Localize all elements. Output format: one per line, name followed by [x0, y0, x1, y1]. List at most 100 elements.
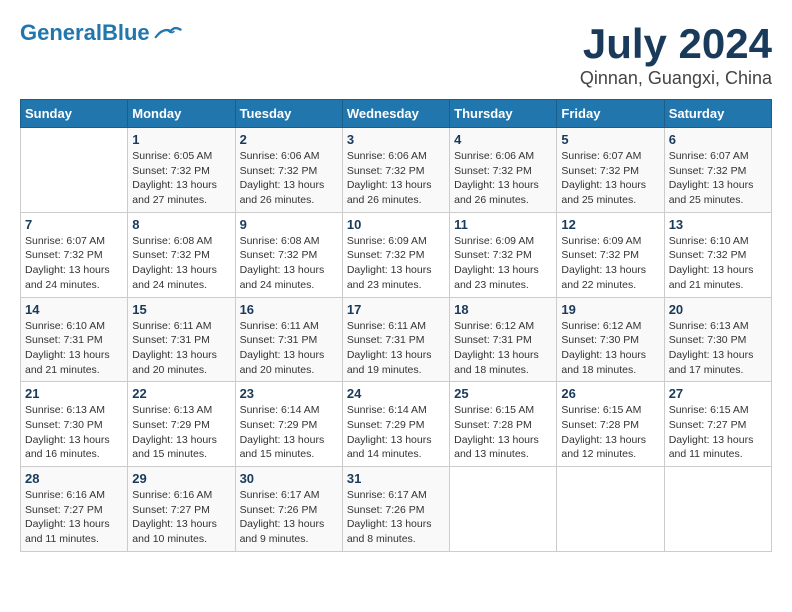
calendar-cell: 14 Sunrise: 6:10 AM Sunset: 7:31 PM Dayli…: [21, 297, 128, 382]
calendar-cell: 25 Sunrise: 6:15 AM Sunset: 7:28 PM Dayli…: [450, 382, 557, 467]
day-info: Sunrise: 6:08 AM Sunset: 7:32 PM Dayligh…: [240, 235, 325, 291]
calendar-cell: 21Sunrise: 6:13 AM Sunset: 7:30 PM Dayli…: [21, 382, 128, 467]
calendar-cell: 26Sunrise: 6:15 AM Sunset: 7:28 PM Dayli…: [557, 382, 664, 467]
calendar-body: 1Sunrise: 6:05 AM Sunset: 7:32 PM Daylig…: [21, 128, 772, 552]
day-number: 2: [240, 132, 338, 147]
day-number: 29: [132, 471, 230, 486]
day-info: Sunrise: 6:09 AM Sunset: 7:32 PM Dayligh…: [561, 235, 646, 291]
day-info: Sunrise: 6:12 AM Sunset: 7:31 PM Dayligh…: [454, 320, 539, 376]
day-number: 6: [669, 132, 767, 147]
day-info: Sunrise: 6:11 AM Sunset: 7:31 PM Dayligh…: [347, 320, 432, 376]
day-info: Sunrise: 6:09 AM Sunset: 7:32 PM Dayligh…: [347, 235, 432, 291]
day-number: 18: [454, 302, 552, 317]
day-info: Sunrise: 6:14 AM Sunset: 7:29 PM Dayligh…: [347, 404, 432, 460]
logo-bird-icon: [152, 23, 182, 43]
calendar-cell: 11Sunrise: 6:09 AM Sunset: 7:32 PM Dayli…: [450, 212, 557, 297]
calendar-cell: 3 Sunrise: 6:06 AM Sunset: 7:32 PM Daylig…: [342, 128, 449, 213]
day-info: Sunrise: 6:15 AM Sunset: 7:28 PM Dayligh…: [454, 404, 539, 460]
calendar-cell: 18 Sunrise: 6:12 AM Sunset: 7:31 PM Dayli…: [450, 297, 557, 382]
day-number: 10: [347, 217, 445, 232]
day-number: 16: [240, 302, 338, 317]
day-number: 28: [25, 471, 123, 486]
day-number: 19: [561, 302, 659, 317]
day-number: 30: [240, 471, 338, 486]
calendar-cell: 30 Sunrise: 6:17 AM Sunset: 7:26 PM Dayli…: [235, 467, 342, 552]
day-info: Sunrise: 6:11 AM Sunset: 7:31 PM Dayligh…: [132, 320, 217, 376]
calendar-cell: 16 Sunrise: 6:11 AM Sunset: 7:31 PM Dayli…: [235, 297, 342, 382]
day-number: 5: [561, 132, 659, 147]
day-number: 1: [132, 132, 230, 147]
calendar-cell: 1Sunrise: 6:05 AM Sunset: 7:32 PM Daylig…: [128, 128, 235, 213]
day-number: 17: [347, 302, 445, 317]
calendar-cell: 5 Sunrise: 6:07 AM Sunset: 7:32 PM Daylig…: [557, 128, 664, 213]
day-info: Sunrise: 6:07 AM Sunset: 7:32 PM Dayligh…: [669, 150, 754, 206]
calendar-cell: 8 Sunrise: 6:08 AM Sunset: 7:32 PM Daylig…: [128, 212, 235, 297]
calendar-cell: 9 Sunrise: 6:08 AM Sunset: 7:32 PM Daylig…: [235, 212, 342, 297]
day-info: Sunrise: 6:17 AM Sunset: 7:26 PM Dayligh…: [240, 489, 325, 545]
day-number: 8: [132, 217, 230, 232]
day-info: Sunrise: 6:15 AM Sunset: 7:27 PM Dayligh…: [669, 404, 754, 460]
calendar-cell: 13 Sunrise: 6:10 AM Sunset: 7:32 PM Dayli…: [664, 212, 771, 297]
day-info: Sunrise: 6:11 AM Sunset: 7:31 PM Dayligh…: [240, 320, 325, 376]
day-number: 23: [240, 386, 338, 401]
calendar-cell: [557, 467, 664, 552]
calendar-cell: 10 Sunrise: 6:09 AM Sunset: 7:32 PM Dayli…: [342, 212, 449, 297]
day-number: 14: [25, 302, 123, 317]
calendar-cell: 12Sunrise: 6:09 AM Sunset: 7:32 PM Dayli…: [557, 212, 664, 297]
day-number: 25: [454, 386, 552, 401]
day-number: 4: [454, 132, 552, 147]
day-info: Sunrise: 6:15 AM Sunset: 7:28 PM Dayligh…: [561, 404, 646, 460]
day-info: Sunrise: 6:07 AM Sunset: 7:32 PM Dayligh…: [25, 235, 110, 291]
calendar-cell: 20Sunrise: 6:13 AM Sunset: 7:30 PM Dayli…: [664, 297, 771, 382]
calendar-cell: 2 Sunrise: 6:06 AM Sunset: 7:32 PM Daylig…: [235, 128, 342, 213]
day-info: Sunrise: 6:08 AM Sunset: 7:32 PM Dayligh…: [132, 235, 217, 291]
day-info: Sunrise: 6:06 AM Sunset: 7:32 PM Dayligh…: [347, 150, 432, 206]
weekday-header: Saturday: [664, 100, 771, 128]
calendar-cell: 28 Sunrise: 6:16 AM Sunset: 7:27 PM Dayli…: [21, 467, 128, 552]
location-subtitle: Qinnan, Guangxi, China: [580, 68, 772, 89]
day-info: Sunrise: 6:10 AM Sunset: 7:32 PM Dayligh…: [669, 235, 754, 291]
day-number: 24: [347, 386, 445, 401]
calendar-table: SundayMondayTuesdayWednesdayThursdayFrid…: [20, 99, 772, 552]
day-info: Sunrise: 6:16 AM Sunset: 7:27 PM Dayligh…: [132, 489, 217, 545]
day-info: Sunrise: 6:09 AM Sunset: 7:32 PM Dayligh…: [454, 235, 539, 291]
day-info: Sunrise: 6:07 AM Sunset: 7:32 PM Dayligh…: [561, 150, 646, 206]
calendar-cell: 24 Sunrise: 6:14 AM Sunset: 7:29 PM Dayli…: [342, 382, 449, 467]
calendar-week-row: 7 Sunrise: 6:07 AM Sunset: 7:32 PM Daylig…: [21, 212, 772, 297]
weekday-header: Thursday: [450, 100, 557, 128]
calendar-cell: [21, 128, 128, 213]
day-info: Sunrise: 6:13 AM Sunset: 7:29 PM Dayligh…: [132, 404, 217, 460]
day-number: 13: [669, 217, 767, 232]
day-number: 15: [132, 302, 230, 317]
calendar-cell: 29 Sunrise: 6:16 AM Sunset: 7:27 PM Dayli…: [128, 467, 235, 552]
weekday-header: Friday: [557, 100, 664, 128]
calendar-week-row: 1Sunrise: 6:05 AM Sunset: 7:32 PM Daylig…: [21, 128, 772, 213]
day-number: 9: [240, 217, 338, 232]
calendar-cell: 6 Sunrise: 6:07 AM Sunset: 7:32 PM Daylig…: [664, 128, 771, 213]
logo-text: GeneralBlue: [20, 20, 150, 46]
page-header: GeneralBlue July 2024 Qinnan, Guangxi, C…: [20, 20, 772, 89]
calendar-week-row: 14 Sunrise: 6:10 AM Sunset: 7:31 PM Dayli…: [21, 297, 772, 382]
day-number: 22: [132, 386, 230, 401]
calendar-cell: 17 Sunrise: 6:11 AM Sunset: 7:31 PM Dayli…: [342, 297, 449, 382]
day-info: Sunrise: 6:06 AM Sunset: 7:32 PM Dayligh…: [240, 150, 325, 206]
weekday-header: Sunday: [21, 100, 128, 128]
day-info: Sunrise: 6:17 AM Sunset: 7:26 PM Dayligh…: [347, 489, 432, 545]
calendar-week-row: 21Sunrise: 6:13 AM Sunset: 7:30 PM Dayli…: [21, 382, 772, 467]
day-info: Sunrise: 6:06 AM Sunset: 7:32 PM Dayligh…: [454, 150, 539, 206]
weekday-row: SundayMondayTuesdayWednesdayThursdayFrid…: [21, 100, 772, 128]
day-number: 3: [347, 132, 445, 147]
calendar-cell: 23Sunrise: 6:14 AM Sunset: 7:29 PM Dayli…: [235, 382, 342, 467]
weekday-header: Wednesday: [342, 100, 449, 128]
title-section: July 2024 Qinnan, Guangxi, China: [580, 20, 772, 89]
calendar-cell: 19 Sunrise: 6:12 AM Sunset: 7:30 PM Dayli…: [557, 297, 664, 382]
day-info: Sunrise: 6:16 AM Sunset: 7:27 PM Dayligh…: [25, 489, 110, 545]
calendar-cell: [664, 467, 771, 552]
logo: GeneralBlue: [20, 20, 182, 46]
calendar-week-row: 28 Sunrise: 6:16 AM Sunset: 7:27 PM Dayli…: [21, 467, 772, 552]
weekday-header: Tuesday: [235, 100, 342, 128]
day-info: Sunrise: 6:10 AM Sunset: 7:31 PM Dayligh…: [25, 320, 110, 376]
day-info: Sunrise: 6:13 AM Sunset: 7:30 PM Dayligh…: [669, 320, 754, 376]
day-number: 7: [25, 217, 123, 232]
day-info: Sunrise: 6:12 AM Sunset: 7:30 PM Dayligh…: [561, 320, 646, 376]
